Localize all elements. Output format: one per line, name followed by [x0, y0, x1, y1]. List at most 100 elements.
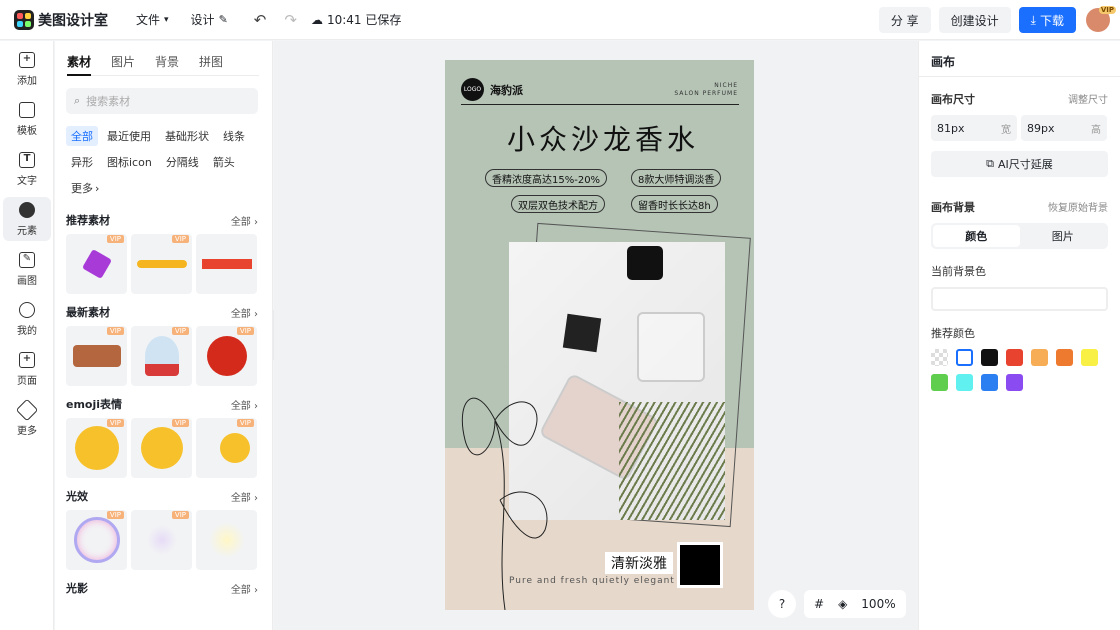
save-status-text: 10:41 已保存 — [326, 13, 402, 27]
chip-recent[interactable]: 最近使用 — [102, 126, 156, 146]
nav-label: 更多 — [17, 425, 37, 437]
swatch-blue[interactable] — [981, 374, 998, 391]
see-all-link[interactable]: 全部 › — [231, 397, 258, 412]
avatar[interactable]: VIP — [1086, 6, 1116, 32]
shocked-emoji[interactable]: VIP — [66, 418, 127, 478]
width-field[interactable]: 81px 宽 — [931, 115, 1017, 141]
swatch-purple[interactable] — [1006, 374, 1023, 391]
nav-label: 我的 — [17, 325, 37, 337]
see-all-link[interactable]: 全部 › — [231, 305, 258, 320]
yellow-brush-sticker[interactable]: VIP — [131, 234, 192, 294]
poster-canvas[interactable]: LOGO 海豹派 NICHE SALON PERFUME 小众沙龙香水 香精浓度… — [445, 60, 754, 610]
see-all-link[interactable]: 全部 › — [231, 581, 258, 596]
checklist-emoji[interactable]: VIP — [196, 418, 257, 478]
current-bg-color[interactable] — [931, 287, 1108, 311]
swatch-green[interactable] — [931, 374, 948, 391]
reset-bg-link[interactable]: 恢复原始背景 — [1048, 199, 1108, 215]
poster-pill[interactable]: 留香时长长达8h — [631, 195, 718, 213]
section-latest: 最新素材 全部 › — [66, 304, 258, 320]
chip-lines[interactable]: 线条 — [218, 126, 250, 146]
nav-more[interactable]: 更多 — [3, 397, 51, 441]
tab-background[interactable]: 背景 — [155, 53, 179, 75]
see-all-label: 全部 — [230, 400, 251, 412]
poster-slogan[interactable]: 清新淡雅 — [605, 552, 673, 574]
create-design-button[interactable]: 创建设计 — [938, 7, 1011, 33]
bg-type-color[interactable]: 颜色 — [933, 225, 1020, 247]
tab-materials[interactable]: 素材 — [67, 53, 92, 76]
ai-extend-button[interactable]: ⧉ AI尺寸延展 — [931, 151, 1108, 177]
poster-pill[interactable]: 双层双色技术配方 — [511, 195, 605, 213]
chip-more[interactable]: 更多 › — [66, 178, 104, 198]
nav-text[interactable]: T 文字 — [3, 147, 51, 191]
swatch-red[interactable] — [1006, 349, 1023, 366]
bubble-effect[interactable]: VIP — [66, 510, 127, 570]
section-recommended: 推荐素材 全部 › — [66, 212, 258, 228]
ai-extend-label: AI尺寸延展 — [998, 158, 1053, 171]
glow-effect[interactable] — [196, 510, 257, 570]
poster-title[interactable]: 小众沙龙香水 — [507, 118, 699, 158]
nav-template[interactable]: 模板 — [3, 97, 51, 141]
poster-logo[interactable]: LOGO — [461, 78, 484, 101]
swatch-light-orange[interactable] — [1031, 349, 1048, 366]
poster-pill[interactable]: 8款大师特调淡香 — [631, 169, 722, 187]
see-all-link[interactable]: 全部 › — [231, 489, 258, 504]
party-popper-sticker[interactable]: VIP — [66, 234, 127, 294]
vip-badge: VIP — [106, 511, 124, 519]
swatch-white[interactable] — [956, 349, 973, 366]
reindeer-sleigh-sticker[interactable]: VIP — [66, 326, 127, 386]
swatch-transparent[interactable] — [931, 349, 948, 366]
search-input[interactable]: ⌕ 搜索素材 — [66, 88, 258, 114]
swatch-black[interactable] — [981, 349, 998, 366]
red-bar-sticker[interactable] — [196, 234, 257, 294]
see-all-label: 全部 — [230, 584, 251, 596]
poster-niche-line1: NICHE — [714, 82, 738, 89]
design-menu[interactable]: 设计 ✎ — [191, 11, 228, 28]
vip-badge: VIP — [171, 327, 189, 335]
tab-images[interactable]: 图片 — [111, 53, 135, 75]
chip-arrows[interactable]: 箭头 — [208, 152, 240, 172]
nav-draw[interactable]: ✎ 画图 — [3, 247, 51, 291]
sparkle-effect[interactable]: VIP — [131, 510, 192, 570]
nav-page[interactable]: + 页面 — [3, 347, 51, 391]
nav-elements[interactable]: 元素 — [3, 197, 51, 241]
poster-pill[interactable]: 香精浓度高达15%-20% — [485, 169, 608, 187]
apple-sticker[interactable]: VIP — [196, 326, 257, 386]
logo-mark-icon — [14, 9, 34, 30]
zoom-level[interactable]: 100% — [861, 597, 895, 611]
qr-code[interactable] — [677, 542, 723, 588]
share-button[interactable]: 分 享 — [878, 7, 931, 33]
nav-add[interactable]: + 添加 — [3, 47, 51, 91]
redo-icon[interactable]: ↷ — [284, 11, 297, 29]
bg-type-image[interactable]: 图片 — [1020, 225, 1107, 247]
view-tools: # ◈ 100% — [804, 590, 906, 618]
chip-irregular[interactable]: 异形 — [66, 152, 98, 172]
help-button[interactable]: ? — [768, 590, 796, 618]
user-icon — [19, 301, 35, 318]
chip-icons[interactable]: 图标icon — [102, 152, 157, 172]
swatch-orange[interactable] — [1056, 349, 1073, 366]
poster-english-tagline[interactable]: Pure and fresh quietly elegant — [509, 576, 675, 586]
undo-icon[interactable]: ↶ — [254, 11, 267, 29]
canvas-size-row: 画布尺寸 调整尺寸 — [919, 91, 1120, 107]
snow-globe-gift-sticker[interactable]: VIP — [131, 326, 192, 386]
size-inputs: 81px 宽 89px 高 — [931, 115, 1120, 141]
poster-niche[interactable]: NICHE SALON PERFUME — [674, 82, 738, 98]
swatch-cyan[interactable] — [956, 374, 973, 391]
line-art-flower — [461, 397, 548, 610]
height-field[interactable]: 89px 高 — [1021, 115, 1107, 141]
grid-icon[interactable]: # — [814, 597, 824, 611]
chip-basic-shapes[interactable]: 基础形状 — [160, 126, 214, 146]
chip-dividers[interactable]: 分隔线 — [161, 152, 204, 172]
thinking-emoji[interactable]: VIP — [131, 418, 192, 478]
layers-icon[interactable]: ◈ — [838, 597, 847, 611]
chip-all[interactable]: 全部 — [66, 126, 98, 146]
swatch-yellow[interactable] — [1081, 349, 1098, 366]
tab-collage[interactable]: 拼图 — [199, 53, 223, 75]
poster-brand[interactable]: 海豹派 — [490, 82, 523, 98]
file-menu[interactable]: 文件 ▾ — [136, 11, 169, 28]
app-logo[interactable]: 美图设计室 — [14, 9, 108, 30]
adjust-size-link[interactable]: 调整尺寸 — [1068, 91, 1108, 107]
download-button[interactable]: ⤓ 下载 — [1018, 7, 1076, 33]
nav-mine[interactable]: 我的 — [3, 297, 51, 341]
see-all-link[interactable]: 全部 › — [231, 213, 258, 228]
